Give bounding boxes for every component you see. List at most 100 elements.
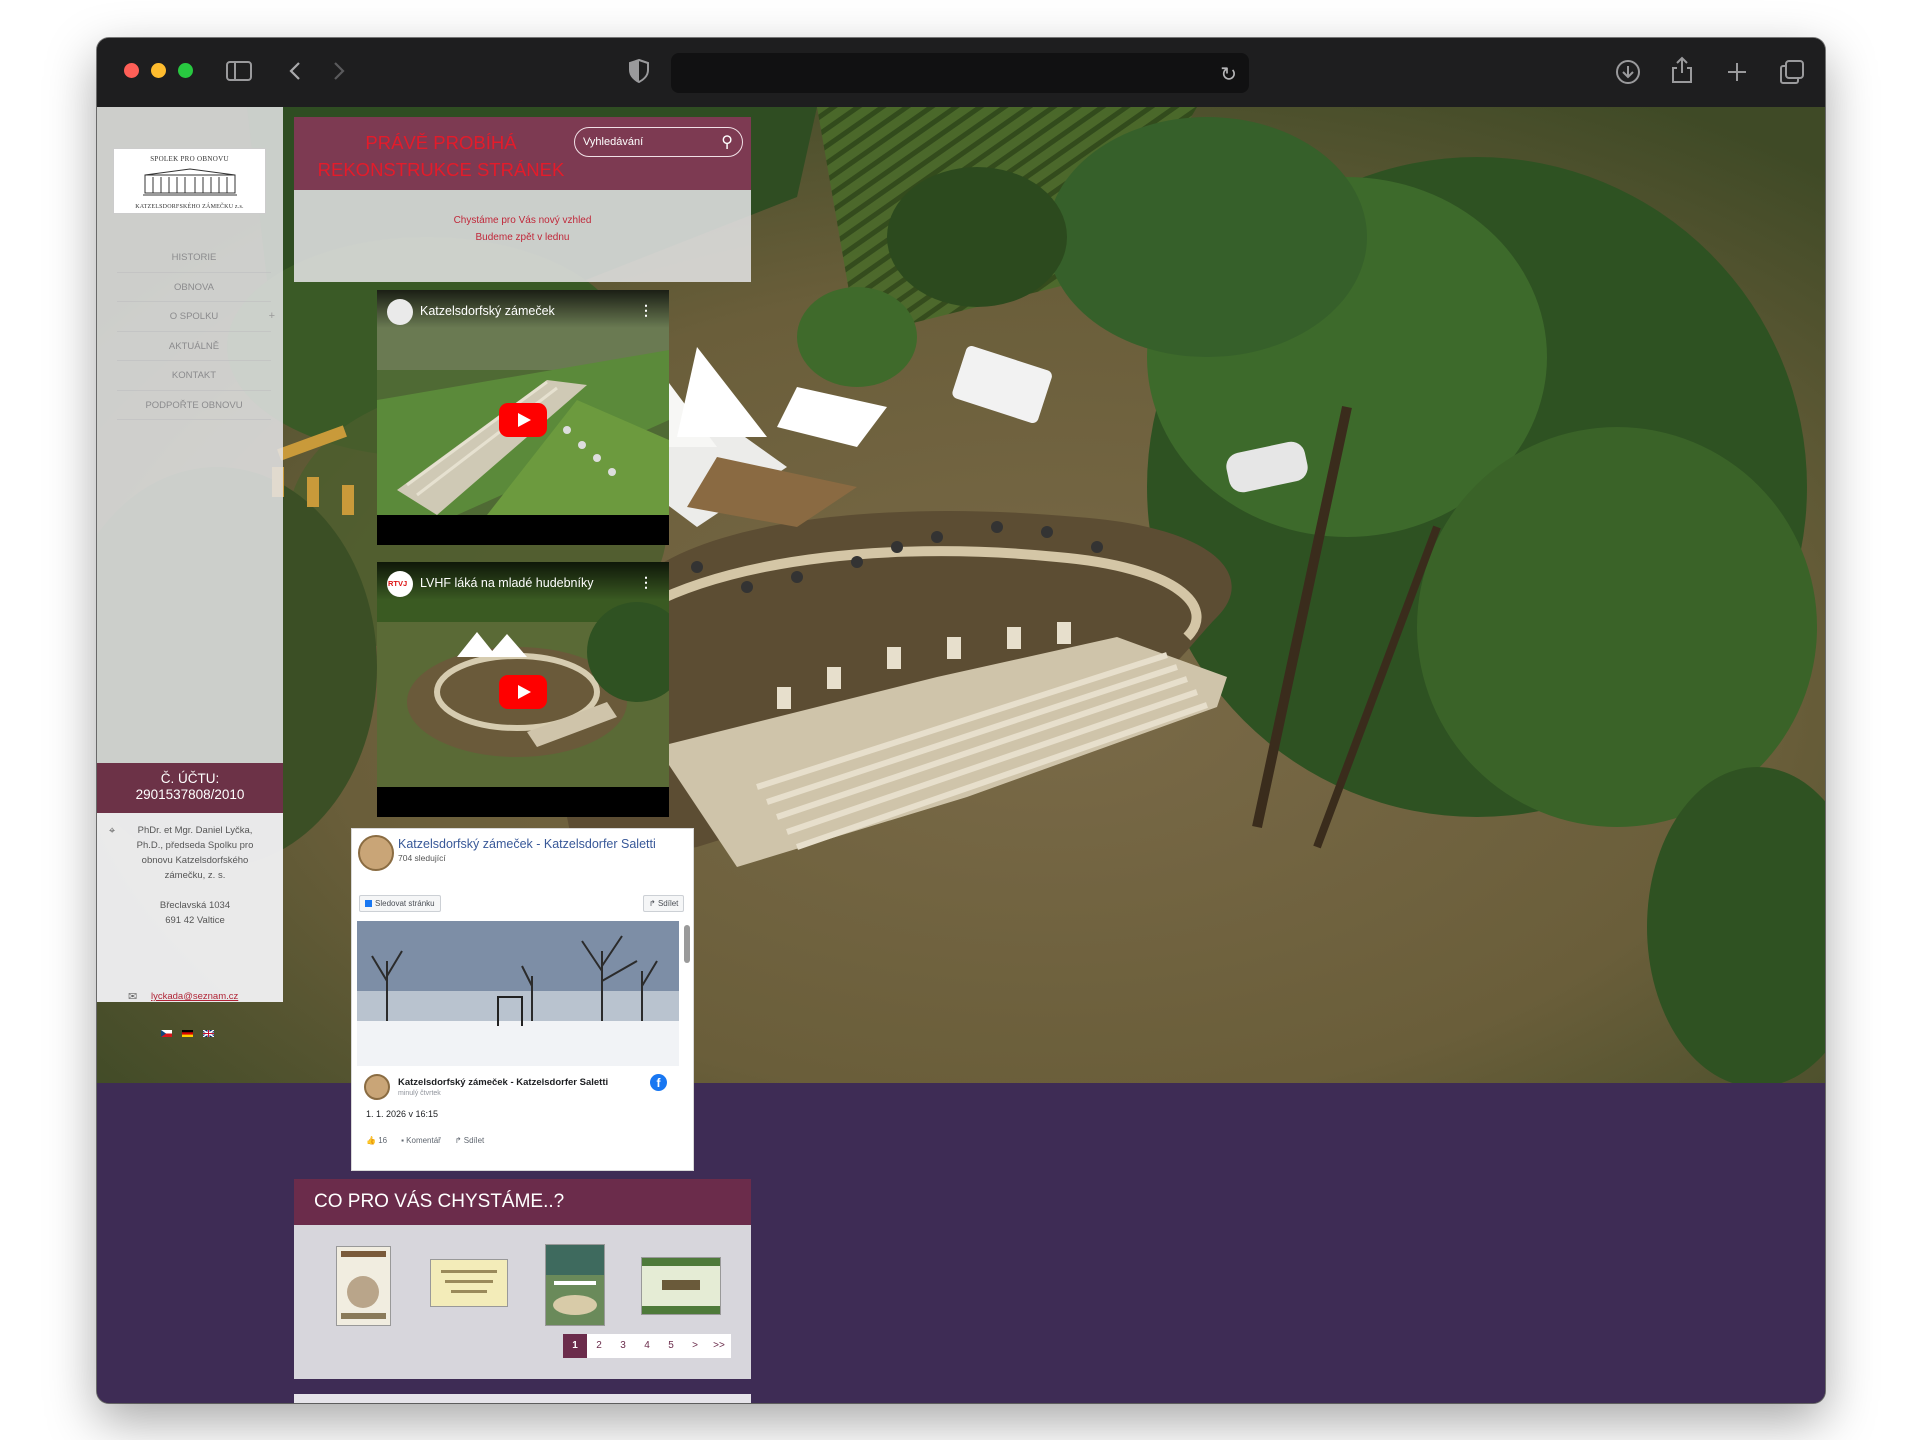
event-poster-3[interactable]: [545, 1244, 605, 1326]
notice-header: PRÁVĚ PROBÍHÁ REKONSTRUKCE STRÁNEK ⚲: [294, 117, 751, 190]
pagination: 1 2 3 4 5 > >>: [563, 1334, 731, 1358]
contact-box: ⌖ PhDr. et Mgr. Daniel Lyčka, Ph.D., pře…: [97, 813, 283, 1037]
fb-scrollbar[interactable]: [684, 919, 690, 1164]
nav-item-aktualne[interactable]: AKTUÁLNĚ: [117, 332, 271, 361]
fb-f-mini-icon: [365, 900, 372, 907]
uk-flag-icon[interactable]: [203, 1030, 214, 1037]
fb-share-label: Sdílet: [657, 899, 679, 908]
nav-item-obnova[interactable]: OBNOVA: [117, 273, 271, 302]
nav-item-o-spolku[interactable]: O SPOLKU +: [117, 302, 275, 332]
expand-plus-icon[interactable]: +: [269, 302, 275, 331]
youtube-video-2[interactable]: RTVJ LVHF láká na mladé hudebníky ⋮: [377, 562, 669, 817]
fb-follow-button[interactable]: Sledovat stránku: [359, 895, 441, 912]
post-share-button[interactable]: ↱ Sdílet: [455, 1136, 484, 1145]
search-icon[interactable]: ⚲: [721, 132, 733, 151]
notice-line-2: Budeme zpět v lednu: [475, 232, 570, 243]
fb-post-actions: 👍 16 ▪ Komentář ↱ Sdílet: [366, 1136, 484, 1145]
forward-icon[interactable]: [333, 61, 345, 81]
fb-post-time[interactable]: minulý čtvrtek: [398, 1090, 441, 1097]
notice-line-1: Chystáme pro Vás nový vzhled: [453, 215, 592, 226]
nav-item-historie[interactable]: HISTORIE: [117, 243, 271, 273]
page-2-button[interactable]: 2: [587, 1334, 611, 1358]
fb-page-name[interactable]: Katzelsdorfský zámeček - Katzelsdorfer S…: [398, 837, 656, 851]
poster-graphic: [642, 1258, 720, 1314]
new-tab-icon[interactable]: [1726, 61, 1748, 83]
event-poster-2[interactable]: [430, 1259, 508, 1307]
nav-item-podporte-obnovu[interactable]: PODPOŘTE OBNOVU: [117, 391, 271, 420]
close-window-button[interactable]: [124, 63, 139, 78]
fb-page-logo[interactable]: [358, 835, 394, 871]
nav-item-kontakt[interactable]: KONTAKT: [117, 361, 271, 391]
download-icon[interactable]: [1615, 59, 1641, 85]
search-box: ⚲: [574, 127, 743, 157]
comment-label: Komentář: [406, 1136, 441, 1145]
event-poster-4[interactable]: [641, 1257, 721, 1315]
back-icon[interactable]: [289, 61, 301, 81]
poster-graphic: [341, 1251, 386, 1319]
like-button[interactable]: 👍 16: [366, 1136, 387, 1145]
browser-window: ↻ SPOLEK PRO OBNOVU KATZELSDORFSKÉHO ZÁM…: [97, 38, 1825, 1403]
play-button[interactable]: [499, 675, 547, 709]
rtvj-badge: RTVJ: [388, 579, 408, 588]
logo-title: SPOLEK PRO OBNOVU: [150, 155, 229, 163]
nav-item-label: PODPOŘTE OBNOVU: [145, 399, 243, 411]
nav-item-label: KONTAKT: [171, 370, 217, 381]
facebook-icon[interactable]: f: [650, 1074, 667, 1091]
german-flag-icon[interactable]: [182, 1030, 193, 1037]
fb-post-avatar[interactable]: [364, 1074, 390, 1100]
search-input[interactable]: [583, 133, 713, 151]
reload-icon[interactable]: ↻: [1220, 62, 1237, 86]
tab-overview-icon[interactable]: [1779, 59, 1805, 85]
fb-post-author[interactable]: Katzelsdorfský zámeček - Katzelsdorfer S…: [398, 1077, 608, 1088]
page-1-button[interactable]: 1: [563, 1334, 587, 1358]
nav-item-label: AKTUÁLNĚ: [168, 340, 220, 352]
play-button[interactable]: [499, 403, 547, 437]
language-switcher: [161, 1030, 214, 1037]
czech-flag-icon[interactable]: [161, 1030, 172, 1037]
notice-body: Chystáme pro Vás nový vzhled Budeme zpět…: [294, 212, 751, 246]
comment-button[interactable]: ▪ Komentář: [401, 1136, 441, 1145]
address-city: 691 42 Valtice: [165, 915, 225, 926]
page-4-button[interactable]: 4: [635, 1334, 659, 1358]
event-poster-1[interactable]: [336, 1246, 391, 1326]
poster-graphic: [546, 1245, 604, 1315]
zoom-window-button[interactable]: [178, 63, 193, 78]
contact-address: Břeclavská 1034 691 42 Valtice: [125, 898, 265, 928]
shield-icon[interactable]: [629, 59, 649, 83]
chateau-building-icon: [142, 168, 237, 196]
page-3-button[interactable]: 3: [611, 1334, 635, 1358]
page-5-button[interactable]: 5: [659, 1334, 683, 1358]
fb-post-photo[interactable]: [357, 921, 679, 1066]
poster-graphic: [441, 1270, 497, 1293]
account-label: Č. ÚČTU:: [160, 771, 220, 786]
fb-share-button[interactable]: ↱ Sdílet: [643, 895, 685, 912]
fb-scroll-thumb[interactable]: [684, 925, 690, 963]
video-title[interactable]: Katzelsdorfský zámeček: [420, 304, 555, 318]
nav-item-label: O SPOLKU: [169, 311, 219, 322]
logo-subtitle: KATZELSDORFSKÉHO ZÁMEČKU z.s.: [135, 204, 244, 210]
email-link[interactable]: lyckada@seznam.cz: [151, 989, 238, 1004]
browser-toolbar: ↻: [97, 38, 1825, 107]
address-bar[interactable]: ↻: [671, 53, 1249, 93]
youtube-video-1[interactable]: Katzelsdorfský zámeček ⋮: [377, 290, 669, 545]
reconstruction-notice: PRÁVĚ PROBÍHÁ REKONSTRUKCE STRÁNEK ⚲ Chy…: [294, 117, 751, 282]
address-street: Břeclavská 1034: [159, 900, 231, 911]
web-page: SPOLEK PRO OBNOVU KATZELSDORFSKÉHO ZÁMEČ…: [97, 107, 1825, 1403]
minimize-window-button[interactable]: [151, 63, 166, 78]
sidebar-toggle-icon[interactable]: [226, 61, 252, 81]
facebook-page-widget: Katzelsdorfský zámeček - Katzelsdorfer S…: [351, 828, 694, 1171]
last-page-button[interactable]: >>: [707, 1334, 731, 1358]
share-icon[interactable]: [1671, 56, 1693, 84]
video-title[interactable]: LVHF láká na mladé hudebníky: [420, 576, 593, 590]
more-options-icon[interactable]: ⋮: [639, 574, 653, 591]
envelope-icon: ✉: [128, 991, 138, 1003]
next-page-button[interactable]: >: [683, 1334, 707, 1358]
more-options-icon[interactable]: ⋮: [639, 302, 653, 319]
channel-avatar[interactable]: RTVJ: [387, 571, 413, 597]
notice-title: PRÁVĚ PROBÍHÁ REKONSTRUKCE STRÁNEK: [317, 132, 565, 180]
upcoming-events-box: CO PRO VÁS CHYSTÁME..? 1 2 3 4 5 > >>: [294, 1179, 751, 1379]
channel-avatar[interactable]: [387, 299, 413, 325]
site-logo[interactable]: SPOLEK PRO OBNOVU KATZELSDORFSKÉHO ZÁMEČ…: [113, 148, 266, 214]
nav-item-label: HISTORIE: [171, 252, 217, 263]
like-count: 16: [378, 1136, 388, 1145]
